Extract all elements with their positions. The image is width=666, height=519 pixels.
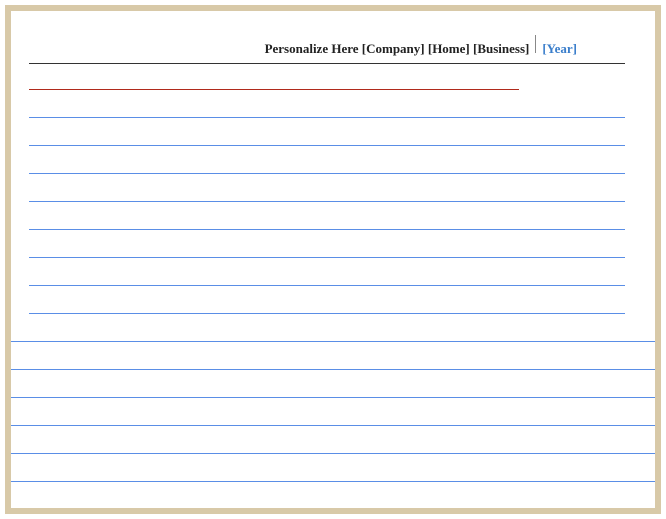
header-underline <box>29 63 625 64</box>
header-area: Personalize Here [Company] [Home] [Busin… <box>11 11 655 64</box>
ruled-line <box>29 201 625 202</box>
header-divider <box>535 35 536 53</box>
ruled-line <box>29 313 625 314</box>
ruled-line <box>11 341 655 342</box>
ruled-line <box>11 369 655 370</box>
document-frame: Personalize Here [Company] [Home] [Busin… <box>5 5 661 514</box>
ruled-line <box>29 117 625 118</box>
ruled-line <box>29 229 625 230</box>
ruled-line <box>11 481 655 482</box>
ruled-lines-area <box>11 89 655 482</box>
personalize-placeholder-text[interactable]: Personalize Here [Company] [Home] [Busin… <box>265 41 530 57</box>
ruled-line <box>29 257 625 258</box>
year-placeholder-text[interactable]: [Year] <box>542 41 577 57</box>
ruled-line <box>29 285 625 286</box>
ruled-line <box>11 453 655 454</box>
ruled-line <box>11 425 655 426</box>
header-line: Personalize Here [Company] [Home] [Busin… <box>11 35 655 57</box>
margin-line-red <box>29 89 519 90</box>
ruled-line <box>29 145 625 146</box>
page: Personalize Here [Company] [Home] [Busin… <box>11 11 655 508</box>
ruled-line <box>29 173 625 174</box>
ruled-line <box>11 397 655 398</box>
